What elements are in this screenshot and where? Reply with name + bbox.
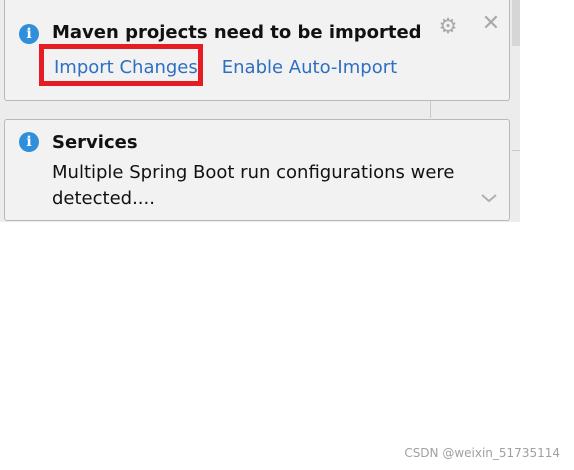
gear-icon[interactable]: ⚙	[437, 15, 459, 37]
info-icon: i	[19, 132, 39, 152]
close-icon[interactable]: ✕	[480, 13, 502, 35]
highlight-annotation	[39, 44, 203, 86]
ide-notification-area: i Maven projects need to be imported Imp…	[0, 0, 574, 470]
notification-title: Maven projects need to be imported	[52, 22, 422, 43]
notification-message: Multiple Spring Boot run configurations …	[52, 162, 455, 209]
notification-title: Services	[52, 132, 138, 153]
services-notification: i Services Multiple Spring Boot run conf…	[4, 119, 510, 221]
info-icon: i	[19, 24, 39, 44]
watermark: CSDN @weixin_51735114	[404, 446, 560, 460]
maven-import-notification: i Maven projects need to be imported Imp…	[4, 0, 510, 101]
chevron-down-icon[interactable]	[479, 188, 499, 208]
scrollbar[interactable]	[512, 0, 520, 46]
panel-divider	[512, 150, 520, 151]
enable-auto-import-link[interactable]: Enable Auto-Import	[222, 57, 397, 78]
